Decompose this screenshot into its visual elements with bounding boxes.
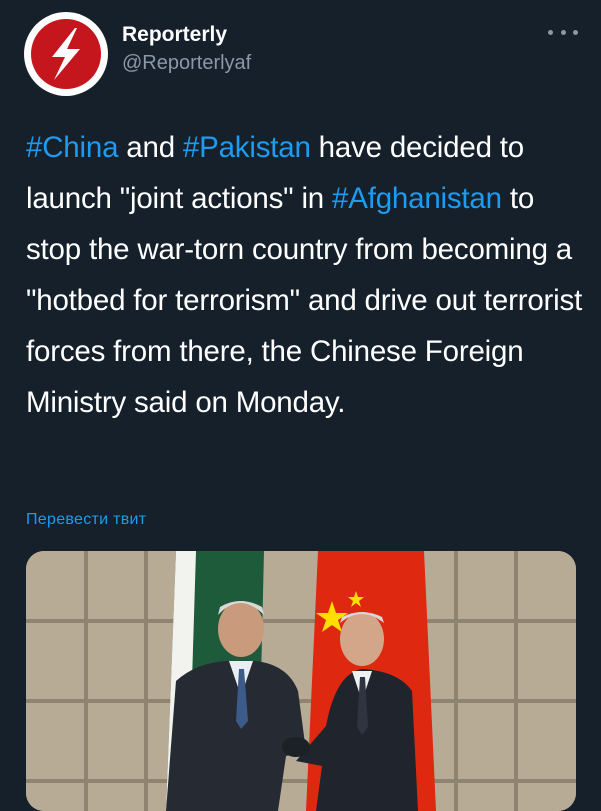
translate-tweet-link[interactable]: Перевести твит	[26, 511, 146, 529]
tweet-text-segment: and	[118, 131, 183, 164]
author-names[interactable]: Reporterly @Reporterlyaf	[122, 22, 251, 76]
tweet-text-segment: to stop the war-torn country from becomi…	[26, 182, 583, 419]
dot	[573, 29, 578, 35]
hashtag-link[interactable]: #China	[26, 131, 118, 164]
lightning-bolt-icon	[31, 19, 101, 89]
tweet-text: #China and #Pakistan have decided to lau…	[26, 122, 586, 428]
display-name[interactable]: Reporterly	[122, 22, 251, 48]
tweet-header: Reporterly @Reporterlyaf	[0, 0, 601, 110]
hashtag-link[interactable]: #Afghanistan	[332, 182, 502, 215]
tweet-media-photo[interactable]	[26, 551, 576, 811]
hashtag-link[interactable]: #Pakistan	[183, 131, 311, 164]
user-handle[interactable]: @Reporterlyaf	[122, 50, 251, 76]
dot	[560, 29, 566, 35]
more-horizontal-icon[interactable]	[548, 22, 578, 42]
avatar[interactable]	[24, 12, 108, 96]
dot	[548, 29, 553, 35]
